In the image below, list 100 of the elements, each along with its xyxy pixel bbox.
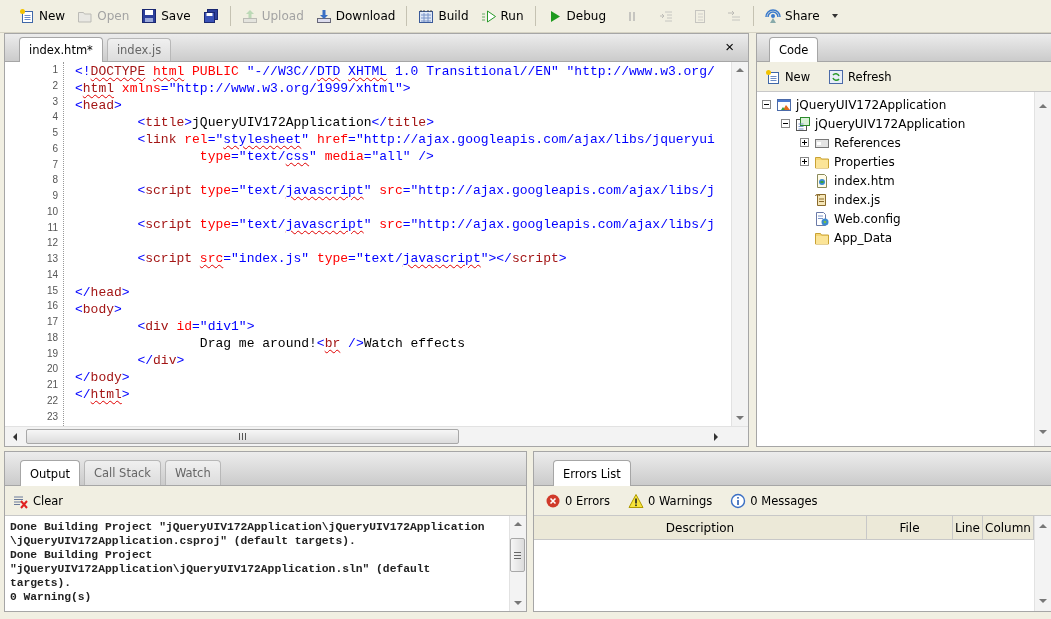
- output-line: Done Building Project: [10, 548, 154, 562]
- line-number: 15: [45, 283, 58, 298]
- solution-icon: [776, 96, 792, 113]
- tree-item[interactable]: References: [833, 135, 902, 150]
- code-line: </html>: [75, 386, 131, 403]
- toolbar-button[interactable]: Debug: [543, 5, 610, 27]
- new-document-icon: [19, 8, 35, 24]
- line-number: 23: [45, 409, 58, 424]
- code-line: <div id="div1">: [136, 318, 256, 335]
- vertical-scrollbar[interactable]: [1034, 92, 1051, 446]
- output-line: 0 Warning(s): [10, 590, 93, 604]
- code-line: <script type="text/javascript" src="http://ajax.googleapis.com/ajax/libs/j: [136, 182, 716, 199]
- line-number: 2: [51, 78, 58, 93]
- floppy-disks-icon: [202, 8, 219, 24]
- tree-item[interactable]: App_Data: [833, 230, 894, 245]
- line-number: 9: [51, 189, 58, 203]
- code-line: type="text/css" media="all" />: [198, 148, 435, 165]
- column-header[interactable]: Description: [534, 516, 867, 539]
- output-line: targets).: [10, 576, 72, 590]
- code-line: </div>: [136, 352, 186, 369]
- step-icon: [658, 8, 675, 24]
- filter-button[interactable]: 0 Warnings: [626, 490, 715, 511]
- toolbar-button[interactable]: New: [763, 66, 813, 87]
- code-line: Drag me around!<br />Watch effects: [198, 335, 467, 352]
- code-line: </head>: [75, 284, 131, 301]
- tree-item[interactable]: Web.config: [833, 211, 902, 226]
- expand-toggle[interactable]: [800, 138, 809, 147]
- tab[interactable]: Call Stack: [83, 460, 161, 485]
- step-icon: [726, 8, 743, 24]
- toolbar-button[interactable]: Download: [312, 5, 399, 27]
- line-number: 3: [51, 94, 58, 109]
- broadcast-icon: [765, 8, 782, 24]
- collapse-toggle[interactable]: [781, 119, 790, 128]
- tab[interactable]: Output: [20, 460, 80, 486]
- vertical-scrollbar[interactable]: [509, 516, 526, 611]
- line-number: 6: [51, 141, 58, 156]
- output-line: "jQueryUIV172Application\jQueryUIV172Application.sln" (default: [10, 562, 432, 576]
- toolbar-button[interactable]: Share: [762, 5, 841, 27]
- line-number: 10: [45, 204, 58, 219]
- code-line: <link rel="stylesheet" href="http://ajax.googleapis.com/ajax/libs/jqueryui: [136, 131, 716, 148]
- column-header[interactable]: Line: [953, 516, 983, 539]
- tab[interactable]: index.js: [106, 38, 172, 61]
- line-number: 8: [51, 173, 58, 188]
- toolbar-button[interactable]: Build: [415, 5, 472, 27]
- tree-item[interactable]: index.htm: [833, 173, 896, 188]
- upload-icon: [241, 8, 258, 24]
- filter-button[interactable]: 0 Errors: [543, 490, 612, 511]
- grid-icon: [418, 8, 435, 24]
- line-number: 16: [45, 299, 58, 314]
- toolbar-button[interactable]: Save: [138, 5, 194, 27]
- line-number: 20: [45, 362, 58, 377]
- line-number: 13: [45, 252, 58, 266]
- line-number: 11: [46, 220, 58, 235]
- html-file-icon: [814, 172, 830, 189]
- line-number: 1: [51, 63, 58, 77]
- code-line: </body>: [75, 369, 131, 386]
- play-icon: [480, 8, 497, 24]
- tab[interactable]: Code: [769, 37, 819, 62]
- toolbar-button[interactable]: Clear: [11, 490, 66, 511]
- code-line: <body>: [75, 301, 123, 318]
- tab[interactable]: Errors List: [553, 460, 631, 486]
- line-number: 5: [51, 126, 58, 140]
- vertical-scrollbar[interactable]: [731, 62, 748, 426]
- tree-item[interactable]: index.js: [833, 192, 882, 207]
- line-number: 12: [45, 236, 58, 251]
- line-number: 19: [45, 346, 58, 361]
- code-line: <title>jQueryUIV172Application</title>: [136, 114, 435, 131]
- line-number: 4: [51, 110, 58, 125]
- output-line: Done Building Project "jQueryUIV172Application\jQueryUIV172Application: [10, 520, 486, 534]
- project-icon: [795, 115, 811, 132]
- tree-item[interactable]: Properties: [833, 154, 896, 169]
- tree-item[interactable]: jQueryUIV172Application: [795, 97, 948, 112]
- tab[interactable]: Watch: [164, 460, 221, 485]
- new-document-icon: [765, 68, 781, 85]
- line-number: 14: [45, 267, 58, 282]
- line-number: 17: [45, 315, 58, 329]
- expand-toggle[interactable]: [800, 157, 809, 166]
- vertical-scrollbar[interactable]: [1034, 516, 1051, 611]
- config-file-icon: [814, 210, 830, 227]
- info-icon: [730, 492, 747, 509]
- line-number: 7: [51, 157, 58, 172]
- toolbar-button[interactable]: Run: [477, 5, 527, 27]
- column-header[interactable]: File: [867, 516, 953, 539]
- tab[interactable]: index.htm*: [19, 37, 103, 62]
- close-button[interactable]: ×: [723, 39, 736, 55]
- warning-icon: [628, 492, 644, 509]
- line-number: 21: [45, 378, 58, 392]
- error-icon: [545, 492, 561, 509]
- tree-item[interactable]: jQueryUIV172Application: [814, 116, 967, 131]
- toolbar-button[interactable]: New: [16, 5, 69, 27]
- code-line: <head>: [75, 97, 123, 114]
- collapse-toggle[interactable]: [762, 100, 771, 109]
- line-number: 18: [45, 330, 58, 345]
- filter-button[interactable]: 0 Messages: [728, 490, 820, 511]
- code-line: <script src="index.js" type="text/javascript"></script>: [136, 250, 568, 267]
- code-line: <!DOCTYPE html PUBLIC "-//W3C//DTD XHTML 1.0 Transitional//EN" "http://www.w3.org/: [75, 63, 716, 80]
- output-line: \jQueryUIV172Application.csproj" (default targets).: [10, 534, 357, 548]
- code-line: <script type="text/javascript" src="http://ajax.googleapis.com/ajax/libs/j: [136, 216, 716, 233]
- toolbar-button[interactable]: Refresh: [826, 66, 894, 87]
- horizontal-scrollbar[interactable]: [5, 426, 748, 446]
